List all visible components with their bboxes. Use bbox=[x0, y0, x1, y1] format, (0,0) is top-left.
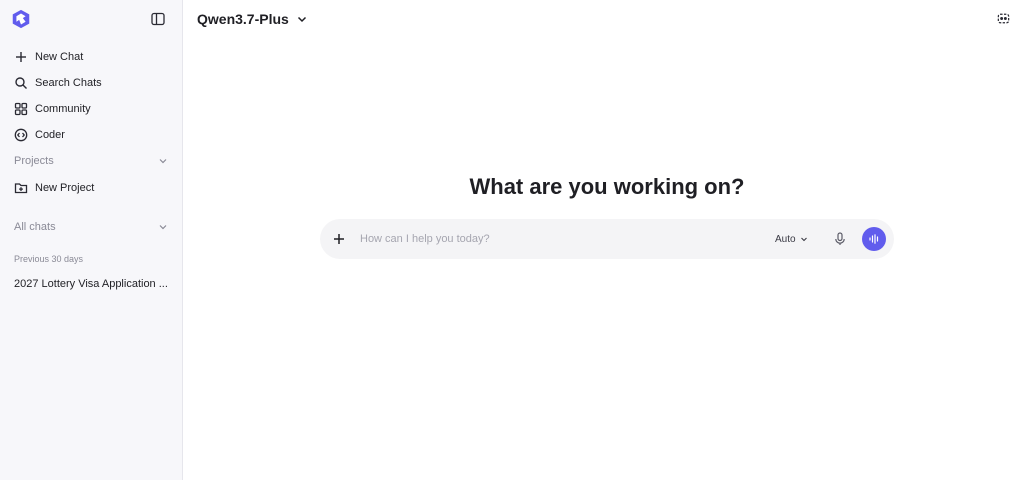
microphone-icon[interactable] bbox=[832, 231, 848, 247]
chat-list-item[interactable]: 2027 Lottery Visa Application ... bbox=[8, 275, 174, 293]
nav-label-new-project: New Project bbox=[35, 182, 95, 194]
page-title: What are you working on? bbox=[469, 174, 745, 199]
nav-label-search-chats: Search Chats bbox=[35, 77, 102, 89]
nav-label-new-chat: New Chat bbox=[35, 51, 84, 63]
chevron-down-icon bbox=[159, 225, 167, 230]
chat-composer: Auto bbox=[320, 219, 894, 259]
model-name: Qwen3.7-Plus bbox=[197, 11, 289, 27]
mode-dropdown[interactable]: Auto bbox=[775, 232, 808, 246]
sidebar: New Chat Search Chats Community Coder Pr… bbox=[0, 0, 183, 480]
all-chats-header: All chats bbox=[14, 221, 56, 233]
waveform-icon bbox=[869, 234, 879, 244]
model-selector[interactable]: Qwen3.7-Plus bbox=[197, 9, 308, 29]
chevron-down-icon bbox=[297, 16, 306, 23]
code-icon bbox=[14, 128, 28, 142]
voice-mode-button[interactable] bbox=[862, 227, 886, 251]
temporary-chat-icon[interactable] bbox=[996, 11, 1011, 26]
grid-icon bbox=[14, 102, 28, 116]
search-icon bbox=[14, 76, 28, 90]
projects-header: Projects bbox=[14, 155, 54, 167]
new-chat-button[interactable]: New Chat bbox=[8, 45, 174, 69]
qwen-logo-icon[interactable] bbox=[10, 8, 32, 30]
message-input[interactable] bbox=[360, 227, 740, 251]
mode-label: Auto bbox=[775, 233, 796, 245]
nav-label-coder: Coder bbox=[35, 129, 65, 141]
chevron-down-icon bbox=[159, 159, 167, 164]
chat-group-label: Previous 30 days bbox=[14, 254, 84, 264]
projects-section-toggle[interactable]: Projects bbox=[8, 152, 168, 170]
community-button[interactable]: Community bbox=[8, 97, 174, 121]
nav-label-community: Community bbox=[35, 103, 91, 115]
all-chats-section-toggle[interactable]: All chats bbox=[8, 218, 168, 236]
folder-plus-icon bbox=[14, 181, 28, 195]
new-project-button[interactable]: New Project bbox=[8, 176, 174, 200]
sidebar-toggle-icon[interactable] bbox=[150, 11, 166, 27]
chevron-down-icon bbox=[800, 237, 807, 242]
coder-button[interactable]: Coder bbox=[8, 123, 174, 147]
attach-plus-icon[interactable] bbox=[332, 232, 346, 246]
search-chats-button[interactable]: Search Chats bbox=[8, 71, 174, 95]
plus-icon bbox=[14, 50, 28, 64]
